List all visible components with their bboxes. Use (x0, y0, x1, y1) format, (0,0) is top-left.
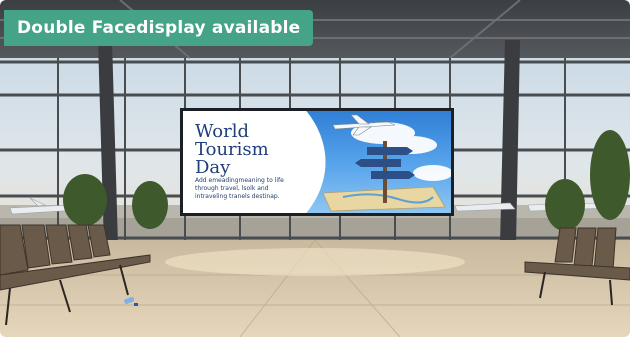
led-display: World Tourism Day Add emeadingmeaning to… (183, 111, 451, 213)
billboard-tagline: Add emeadingmeaning to life through trav… (195, 177, 284, 200)
availability-badge: Double Facedisplay available (4, 10, 313, 46)
badge-text: Double Facedisplay available (17, 18, 301, 38)
product-photo: Double Facedisplay available World Touri… (0, 0, 630, 337)
billboard-title: World Tourism Day (195, 121, 269, 178)
